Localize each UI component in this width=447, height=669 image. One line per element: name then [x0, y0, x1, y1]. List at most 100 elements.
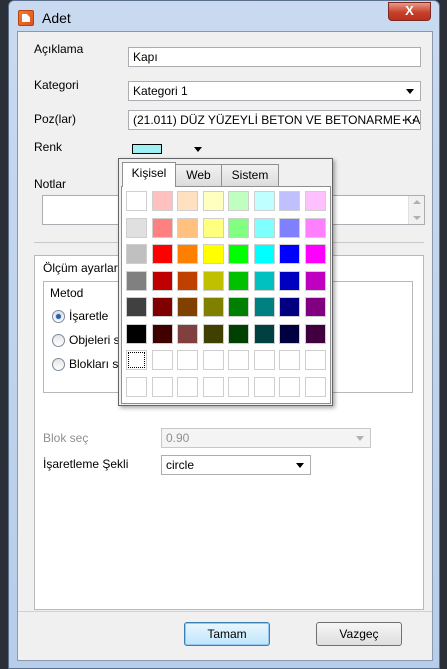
color-swatch[interactable] [177, 191, 198, 211]
color-swatch[interactable] [126, 324, 147, 344]
ok-button[interactable]: Tamam [184, 622, 270, 646]
renk-label: Renk [34, 140, 62, 154]
metod-title: Metod [50, 286, 83, 300]
color-swatch[interactable] [126, 191, 147, 211]
color-swatch[interactable] [177, 271, 198, 291]
selected-color-swatch [132, 144, 162, 154]
radio-objeleri[interactable] [52, 334, 65, 347]
color-swatch[interactable] [254, 377, 275, 397]
color-swatch[interactable] [254, 271, 275, 291]
color-swatch[interactable] [152, 377, 173, 397]
color-swatch[interactable] [126, 297, 147, 317]
color-swatch[interactable] [228, 297, 249, 317]
color-swatch[interactable] [177, 350, 198, 370]
color-swatch[interactable] [279, 271, 300, 291]
color-swatch[interactable] [203, 244, 224, 264]
color-swatch[interactable] [305, 377, 326, 397]
color-swatch[interactable] [254, 218, 275, 238]
radio-bloklari-label[interactable]: Blokları s [69, 357, 118, 371]
chevron-down-icon [194, 147, 202, 152]
notlar-label: Notlar [34, 177, 66, 191]
color-swatch[interactable] [305, 244, 326, 264]
color-swatch[interactable] [305, 297, 326, 317]
isaretleme-sekli-select[interactable]: circle [161, 455, 311, 475]
color-swatch[interactable] [254, 350, 275, 370]
color-swatch[interactable] [126, 350, 147, 370]
color-swatch[interactable] [279, 324, 300, 344]
color-swatch[interactable] [126, 244, 147, 264]
radio-objeleri-label[interactable]: Objeleri s [69, 333, 120, 347]
color-swatch[interactable] [152, 350, 173, 370]
title-bar[interactable]: Adet X [9, 1, 439, 31]
poz-value: (21.011) DÜZ YÜZEYLİ BETON VE BETONARME … [133, 113, 421, 127]
kategori-select[interactable]: Kategori 1 [128, 81, 421, 101]
color-swatch[interactable] [152, 244, 173, 264]
color-swatch[interactable] [228, 218, 249, 238]
color-swatch[interactable] [305, 324, 326, 344]
color-swatch[interactable] [228, 350, 249, 370]
color-swatch[interactable] [203, 377, 224, 397]
tab-sistem[interactable]: Sistem [221, 164, 279, 186]
radio-isaretle[interactable] [52, 310, 65, 323]
kategori-value: Kategori 1 [133, 84, 188, 98]
color-swatch[interactable] [254, 244, 275, 264]
color-swatch[interactable] [279, 244, 300, 264]
color-swatch[interactable] [203, 191, 224, 211]
color-swatch[interactable] [152, 324, 173, 344]
notlar-scrollbar[interactable] [408, 196, 424, 224]
color-swatch[interactable] [152, 271, 173, 291]
color-swatch[interactable] [228, 244, 249, 264]
poz-input[interactable]: (21.011) DÜZ YÜZEYLİ BETON VE BETONARME … [128, 110, 421, 130]
color-swatch[interactable] [279, 191, 300, 211]
color-picker-popup: Kişisel Web Sistem [118, 158, 333, 406]
color-swatch[interactable] [126, 218, 147, 238]
radio-bloklari[interactable] [52, 358, 65, 371]
aciklama-label: Açıklama [34, 42, 83, 56]
renk-color-picker[interactable] [128, 139, 208, 159]
color-swatch[interactable] [177, 244, 198, 264]
color-swatch[interactable] [177, 297, 198, 317]
poz-browse-button[interactable]: ··· [402, 111, 417, 129]
close-button[interactable]: X [388, 2, 431, 21]
color-swatch[interactable] [305, 271, 326, 291]
color-swatch[interactable] [279, 218, 300, 238]
cancel-button[interactable]: Vazgeç [316, 622, 402, 646]
color-swatch[interactable] [305, 218, 326, 238]
radio-isaretle-label[interactable]: İşaretle [69, 309, 108, 323]
color-swatch[interactable] [152, 297, 173, 317]
olcum-title: Ölçüm ayarları [43, 261, 121, 275]
color-swatch[interactable] [203, 271, 224, 291]
color-swatch[interactable] [254, 297, 275, 317]
color-swatch[interactable] [152, 191, 173, 211]
color-palette-grid [121, 186, 331, 404]
color-swatch[interactable] [177, 377, 198, 397]
kategori-label: Kategori [34, 78, 79, 92]
color-swatch[interactable] [228, 324, 249, 344]
tab-kisisel[interactable]: Kişisel [122, 162, 176, 187]
color-swatch[interactable] [305, 350, 326, 370]
color-swatch[interactable] [203, 218, 224, 238]
color-swatch[interactable] [228, 377, 249, 397]
color-swatch[interactable] [254, 191, 275, 211]
color-swatch[interactable] [228, 191, 249, 211]
aciklama-input[interactable]: Kapı [128, 47, 421, 67]
color-swatch[interactable] [177, 218, 198, 238]
color-swatch[interactable] [279, 297, 300, 317]
app-icon [18, 10, 34, 26]
color-swatch[interactable] [126, 377, 147, 397]
color-swatch[interactable] [126, 271, 147, 291]
color-swatch[interactable] [279, 350, 300, 370]
color-swatch[interactable] [279, 377, 300, 397]
footer-divider [18, 611, 432, 612]
color-swatch[interactable] [203, 350, 224, 370]
color-swatch[interactable] [254, 324, 275, 344]
blok-sec-label: Blok seç [43, 431, 88, 445]
color-swatch[interactable] [203, 324, 224, 344]
color-swatch[interactable] [203, 297, 224, 317]
tab-web[interactable]: Web [175, 164, 222, 186]
color-swatch[interactable] [228, 271, 249, 291]
color-swatch[interactable] [152, 218, 173, 238]
poz-label: Poz(lar) [34, 112, 76, 126]
color-swatch[interactable] [305, 191, 326, 211]
color-swatch[interactable] [177, 324, 198, 344]
